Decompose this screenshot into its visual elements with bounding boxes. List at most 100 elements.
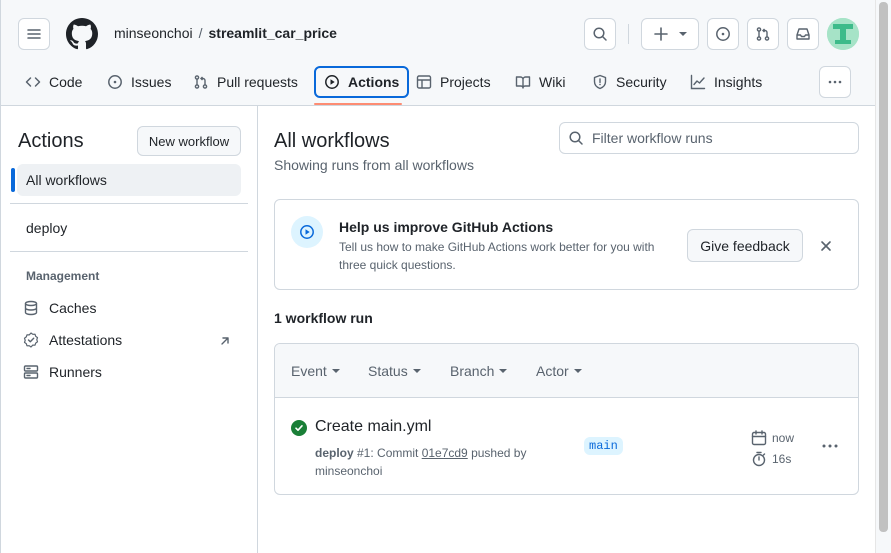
sidebar-item-runners[interactable]: Runners xyxy=(23,360,102,384)
filter-runs-search[interactable] xyxy=(559,122,859,154)
search-button[interactable] xyxy=(584,18,616,50)
filter-branch[interactable]: Branch xyxy=(450,363,508,379)
sidebar-title: Actions xyxy=(18,130,84,152)
close-icon[interactable] xyxy=(817,237,835,255)
filter-status[interactable]: Status xyxy=(368,363,421,379)
search-icon xyxy=(593,27,607,41)
run-workflow-name: deploy xyxy=(315,446,354,460)
feedback-banner: Help us improve GitHub Actions Tell us h… xyxy=(274,199,859,290)
book-icon xyxy=(515,76,531,89)
sidebar-item-deploy[interactable]: deploy xyxy=(17,212,241,244)
search-icon xyxy=(569,131,583,145)
breadcrumb-separator: / xyxy=(198,25,203,41)
menu-button[interactable] xyxy=(18,18,50,50)
tab-insights[interactable]: Insights xyxy=(682,66,770,98)
code-icon xyxy=(25,77,41,87)
tab-label: Projects xyxy=(440,74,491,90)
check-circle-fill-icon xyxy=(291,420,307,436)
git-pull-request-icon xyxy=(194,75,208,89)
repo-header: minseonchoi / streamlit_car_price Code I… xyxy=(1,0,876,106)
triangle-down-icon xyxy=(679,32,687,36)
page-subtitle: Showing runs from all workflows xyxy=(274,157,474,173)
play-icon xyxy=(325,75,339,89)
page-title: All workflows xyxy=(274,130,390,152)
arrow-up-right-icon xyxy=(219,334,231,350)
filter-label: Actor xyxy=(536,363,569,379)
header-divider xyxy=(628,24,629,44)
stopwatch-icon xyxy=(752,451,766,467)
filter-label: Status xyxy=(368,363,408,379)
inbox-button[interactable] xyxy=(787,18,819,50)
create-new-button[interactable] xyxy=(641,18,699,50)
triangle-down-icon xyxy=(331,369,340,373)
kebab-horizontal-icon[interactable] xyxy=(819,436,841,456)
feedback-description: Tell us how to make GitHub Actions work … xyxy=(339,240,655,272)
sidebar-divider xyxy=(10,203,248,204)
give-feedback-button[interactable]: Give feedback xyxy=(687,229,803,262)
repo-nav: Code Issues Pull requests Actions Projec… xyxy=(1,66,876,106)
run-time-text: now xyxy=(772,431,795,445)
run-meta-suffix: pushed by xyxy=(467,446,527,460)
run-meta: deploy #1: Commit 01e7cd9 pushed by minse… xyxy=(315,444,545,480)
sidebar-item-all-workflows[interactable]: All workflows xyxy=(17,164,241,196)
pull-requests-button[interactable] xyxy=(747,18,779,50)
sidebar-item-caches[interactable]: Caches xyxy=(23,296,96,320)
issue-opened-icon xyxy=(108,75,122,89)
inbox-icon xyxy=(796,28,810,40)
user-avatar[interactable] xyxy=(827,18,859,50)
repo-owner-link[interactable]: minseonchoi xyxy=(114,25,193,41)
tab-label: Code xyxy=(49,74,83,90)
issue-opened-icon xyxy=(716,27,730,41)
sidebar-item-label: All workflows xyxy=(26,172,107,188)
tab-projects[interactable]: Projects xyxy=(408,66,499,98)
tab-code[interactable]: Code xyxy=(17,66,90,98)
tab-actions[interactable]: Actions xyxy=(314,66,410,98)
workflow-runs-table: Event Status Branch Actor Create main.ym… xyxy=(274,343,859,495)
browser-page: minseonchoi / streamlit_car_price Code I… xyxy=(0,0,876,553)
tab-label: Security xyxy=(616,74,667,90)
run-author[interactable]: minseonchoi xyxy=(315,464,382,478)
run-duration-text: 16s xyxy=(772,452,792,466)
verified-icon xyxy=(23,332,39,348)
run-meta-prefix: #1: Commit xyxy=(353,446,422,460)
kebab-horizontal-icon xyxy=(828,80,842,84)
calendar-icon xyxy=(751,430,767,446)
new-workflow-button[interactable]: New workflow xyxy=(137,126,241,156)
github-logo-icon[interactable] xyxy=(66,18,98,50)
tab-pull-requests[interactable]: Pull requests xyxy=(185,66,306,98)
sidebar-item-label: deploy xyxy=(26,220,68,236)
tab-label: Insights xyxy=(714,74,763,90)
sidebar-item-label: Runners xyxy=(49,364,102,380)
filter-label: Branch xyxy=(450,363,495,379)
workflow-run-count: 1 workflow run xyxy=(274,310,373,326)
scrollbar-thumb[interactable] xyxy=(879,2,888,532)
tab-wiki[interactable]: Wiki xyxy=(507,66,573,98)
filter-event[interactable]: Event xyxy=(291,363,340,379)
commit-sha-link[interactable]: 01e7cd9 xyxy=(422,446,468,460)
repo-name-link[interactable]: streamlit_car_price xyxy=(209,25,337,41)
run-duration: 16s xyxy=(751,451,791,467)
issues-button[interactable] xyxy=(707,18,739,50)
tab-selected-underline xyxy=(314,103,402,105)
search-input[interactable] xyxy=(592,130,842,146)
run-title-link[interactable]: Create main.yml xyxy=(315,418,431,436)
management-heading: Management xyxy=(26,269,100,283)
triangle-down-icon xyxy=(412,369,421,373)
play-icon xyxy=(291,216,323,248)
repo-breadcrumb: minseonchoi / streamlit_car_price xyxy=(114,25,337,41)
triangle-down-icon xyxy=(499,369,508,373)
sidebar-item-attestations[interactable]: Attestations xyxy=(23,328,233,352)
tab-label: Pull requests xyxy=(217,74,298,90)
tab-security[interactable]: Security xyxy=(584,66,675,98)
graph-icon xyxy=(690,74,706,90)
tab-label: Actions xyxy=(348,74,400,90)
page-scrollbar[interactable] xyxy=(875,0,891,553)
tab-issues[interactable]: Issues xyxy=(99,66,179,98)
more-tabs-button[interactable] xyxy=(819,66,851,98)
sidebar-item-label: Caches xyxy=(49,300,97,316)
branch-label[interactable]: main xyxy=(584,437,623,455)
actions-sidebar: Actions New workflow All workflows deplo… xyxy=(1,106,258,553)
run-time: now xyxy=(751,430,794,446)
filter-actor[interactable]: Actor xyxy=(536,363,582,379)
sidebar-divider xyxy=(10,251,248,252)
